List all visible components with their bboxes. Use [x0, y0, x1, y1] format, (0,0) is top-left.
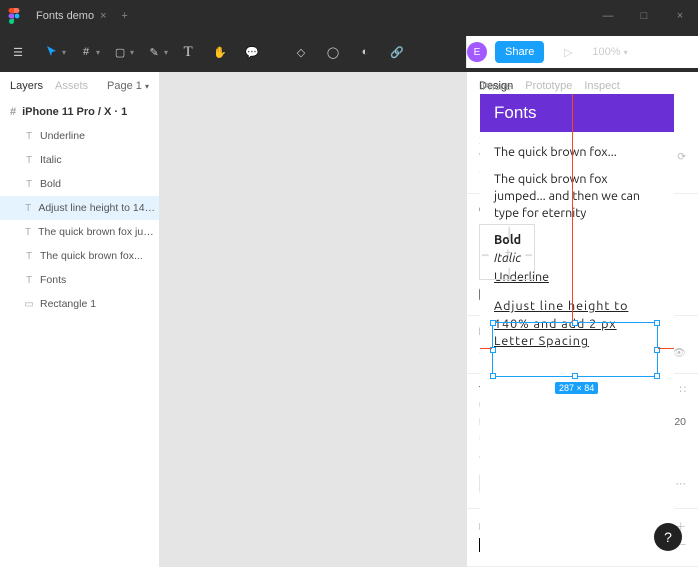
layer-item[interactable]: T Italic — [0, 148, 159, 172]
maximize-icon[interactable]: □ — [626, 10, 662, 22]
selection-dimensions: 287 × 84 — [555, 382, 598, 394]
present-icon[interactable]: ▷ — [552, 36, 584, 68]
layer-label: Rectangle 1 — [40, 298, 96, 310]
text-layer-icon: T — [24, 227, 32, 238]
visibility-icon[interactable]: 👁 — [673, 346, 686, 359]
layer-item[interactable]: T Adjust line height to 140% an... — [0, 196, 159, 220]
zoom-level[interactable]: 100% ▾ — [592, 46, 627, 58]
tab-inspect[interactable]: Inspect — [584, 80, 619, 92]
frame-header[interactable]: # iPhone 11 Pro / X · 1 — [0, 100, 159, 124]
layer-label: Italic — [40, 154, 62, 166]
artboard[interactable]: Fonts The quick brown fox... The quick b… — [480, 94, 674, 554]
text-layer-icon: T — [24, 131, 34, 142]
artboard-header: Fonts — [480, 94, 674, 132]
avatar[interactable]: E — [467, 42, 487, 62]
titlebar: Fonts demo × + — □ × — [0, 0, 698, 32]
layers-list: T Underline T Italic T Bold T Adjust line heigh… — [0, 124, 159, 567]
text-sample-2[interactable]: The quick brown fox jumped... and then w… — [494, 171, 660, 222]
layer-item[interactable]: T Fonts — [0, 268, 159, 292]
constraint-box[interactable]: ┃┃ ━━ + — [479, 224, 535, 280]
layer-item[interactable]: T Bold — [0, 172, 159, 196]
left-panel: Layers Assets Page 1 ▾ # iPhone 11 Pro /… — [0, 72, 160, 567]
mask-tool-icon[interactable]: ◯ — [317, 36, 349, 68]
new-tab-button[interactable]: + — [115, 10, 135, 22]
layer-label: Bold — [40, 178, 61, 190]
type-settings-icon[interactable]: ⋯ — [676, 478, 687, 490]
comment-tool-icon[interactable]: 💬 — [236, 36, 268, 68]
text-layer-icon: T — [24, 155, 34, 166]
layer-label: Underline — [40, 130, 85, 142]
layer-label: Fonts — [40, 274, 66, 286]
move-tool-chevron[interactable]: ▾ — [62, 48, 66, 57]
canvas[interactable]: iPhone 11 Pro / X · 1 Fonts The quick br… — [160, 72, 466, 567]
selection-box[interactable] — [492, 322, 658, 377]
layer-item[interactable]: T The quick brown fox jumped...... — [0, 220, 159, 244]
layer-item[interactable]: ▭ Rectangle 1 — [0, 292, 159, 316]
layer-item[interactable]: T The quick brown fox... — [0, 244, 159, 268]
link-tool-icon[interactable]: 🔗 — [381, 36, 413, 68]
tab-assets[interactable]: Assets — [55, 80, 88, 92]
frame-icon: # — [10, 106, 16, 118]
font-size[interactable]: 20 — [674, 416, 686, 428]
tab-prototype[interactable]: Prototype — [525, 80, 572, 92]
shape-tool-chevron[interactable]: ▾ — [130, 48, 134, 57]
text-layer-icon: T — [24, 251, 34, 262]
boolean-tool-icon[interactable]: ◐ — [349, 36, 381, 68]
frame-tool-chevron[interactable]: ▾ — [96, 48, 100, 57]
hamburger-menu-icon[interactable]: ☰ — [0, 36, 36, 68]
layer-label: The quick brown fox... — [40, 250, 143, 262]
layer-item[interactable]: T Underline — [0, 124, 159, 148]
figma-logo — [0, 8, 28, 24]
close-window-icon[interactable]: × — [662, 10, 698, 22]
page-selector[interactable]: Page 1 ▾ — [107, 80, 149, 92]
text-layer-icon: T — [24, 203, 32, 214]
share-button[interactable]: Share — [495, 41, 544, 63]
rectangle-icon: ▭ — [24, 299, 34, 310]
tab-layers[interactable]: Layers — [10, 80, 43, 92]
pen-tool-chevron[interactable]: ▾ — [164, 48, 168, 57]
text-layer-icon: T — [24, 275, 34, 286]
minimize-icon[interactable]: — — [590, 10, 626, 22]
layer-label: Adjust line height to 140% an... — [38, 202, 159, 214]
hand-tool-icon[interactable]: ✋ — [204, 36, 236, 68]
file-tab-name: Fonts demo — [36, 10, 94, 22]
toolbar: ☰ ▾ #▾ ▢▾ ✎▾ T ✋ 💬 ◇ ◯ ◐ 🔗 E Share ▷ 100… — [0, 32, 698, 72]
help-button[interactable]: ? — [654, 523, 682, 551]
text-layer-icon: T — [24, 179, 34, 190]
layer-label: The quick brown fox jumped...... — [38, 226, 159, 238]
constrain-proportions-icon[interactable]: ⟳ — [677, 151, 686, 163]
close-tab-icon[interactable]: × — [100, 10, 106, 22]
text-tool-icon[interactable]: T — [172, 36, 204, 68]
text-styles-icon[interactable]: ∷ — [679, 384, 686, 396]
component-tool-icon[interactable]: ◇ — [285, 36, 317, 68]
text-sample-1[interactable]: The quick brown fox... — [494, 144, 660, 161]
file-tab[interactable]: Fonts demo × — [28, 4, 115, 28]
